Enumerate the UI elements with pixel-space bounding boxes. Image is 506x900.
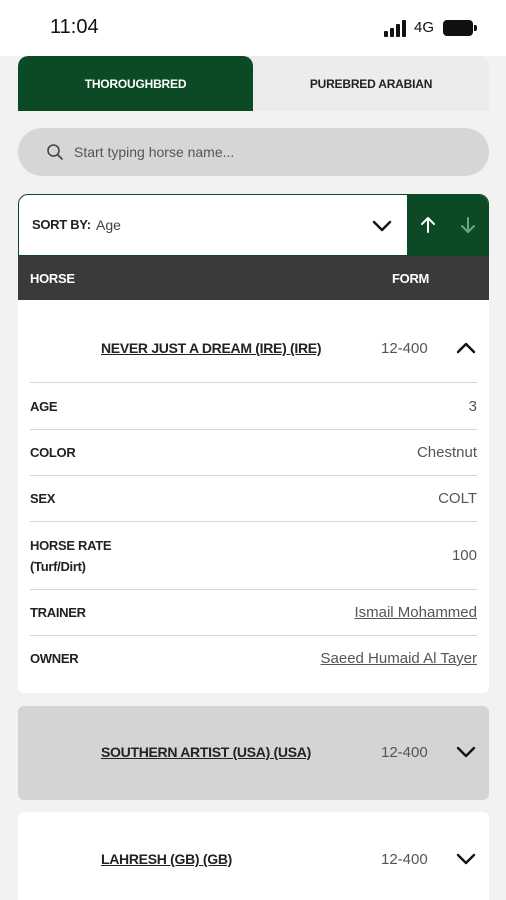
detail-row-owner: OWNER Saeed Humaid Al Tayer: [30, 635, 477, 681]
detail-value: COLT: [438, 490, 477, 507]
breed-tabs: THOROUGHBRED PUREBRED ARABIAN: [18, 56, 489, 111]
detail-label: SEX: [30, 491, 56, 506]
network-label: 4G: [414, 19, 435, 36]
signal-icon: [384, 20, 410, 37]
tab-purebred-arabian[interactable]: PUREBRED ARABIAN: [253, 56, 489, 111]
tab-thoroughbred[interactable]: THOROUGHBRED: [18, 56, 253, 111]
status-time: 11:04: [50, 16, 99, 38]
horse-form: 12-400: [381, 340, 428, 357]
owner-link[interactable]: Saeed Humaid Al Tayer: [321, 650, 477, 667]
detail-value: Chestnut: [416, 444, 477, 461]
detail-label: TRAINER: [30, 605, 86, 620]
search-input[interactable]: [74, 144, 454, 160]
detail-row-trainer: TRAINER Ismail Mohammed: [30, 589, 477, 635]
column-header-horse: HORSE: [30, 271, 75, 286]
detail-label: COLOR: [30, 445, 76, 460]
chevron-down-icon[interactable]: [455, 741, 477, 763]
chevron-up-icon[interactable]: [455, 337, 477, 359]
horse-card[interactable]: LAHRESH (GB) (GB) 12-400: [18, 812, 489, 900]
sort-select-value[interactable]: Age: [96, 217, 121, 233]
detail-label: OWNER: [30, 651, 79, 666]
horse-details: AGE 3 COLOR Chestnut SEX COLT HORSE RATE…: [30, 382, 477, 681]
detail-label: AGE: [30, 398, 58, 414]
table-header: HORSE FORM: [18, 256, 489, 300]
sort-label: SORT BY:: [32, 217, 91, 232]
detail-row-horse-rate: HORSE RATE (Turf/Dirt) 100: [30, 521, 477, 589]
trainer-link[interactable]: Ismail Mohammed: [354, 604, 477, 621]
detail-row-sex: SEX COLT: [30, 475, 477, 521]
detail-value: 100: [451, 547, 477, 564]
chevron-down-icon[interactable]: [371, 215, 393, 237]
sort-direction-toggle: [407, 195, 488, 255]
detail-row-age: AGE 3: [30, 382, 477, 429]
search-bar: [18, 128, 489, 176]
status-bar: 11:04 4G: [0, 0, 506, 56]
chevron-down-icon[interactable]: [455, 848, 477, 870]
horse-form: 12-400: [381, 851, 428, 868]
horse-name-link[interactable]: SOUTHERN ARTIST (USA) (USA): [101, 744, 311, 760]
sort-bar: SORT BY: Age: [18, 194, 489, 256]
column-header-form: FORM: [392, 271, 430, 286]
horse-name-link[interactable]: LAHRESH (GB) (GB): [101, 851, 232, 867]
battery-icon: [443, 20, 477, 36]
horse-card[interactable]: SOUTHERN ARTIST (USA) (USA) 12-400: [18, 706, 489, 800]
horse-card-expanded: NEVER JUST A DREAM (IRE) (IRE) 12-400 AG…: [18, 300, 489, 693]
horse-form: 12-400: [381, 744, 428, 761]
horse-name-link[interactable]: NEVER JUST A DREAM (IRE) (IRE): [101, 340, 322, 356]
detail-value: 3: [468, 397, 477, 415]
arrow-down-icon[interactable]: [459, 215, 477, 235]
arrow-up-icon[interactable]: [419, 215, 437, 235]
search-icon: [47, 144, 63, 160]
detail-label: HORSE RATE (Turf/Dirt): [30, 537, 112, 574]
detail-row-color: COLOR Chestnut: [30, 429, 477, 475]
